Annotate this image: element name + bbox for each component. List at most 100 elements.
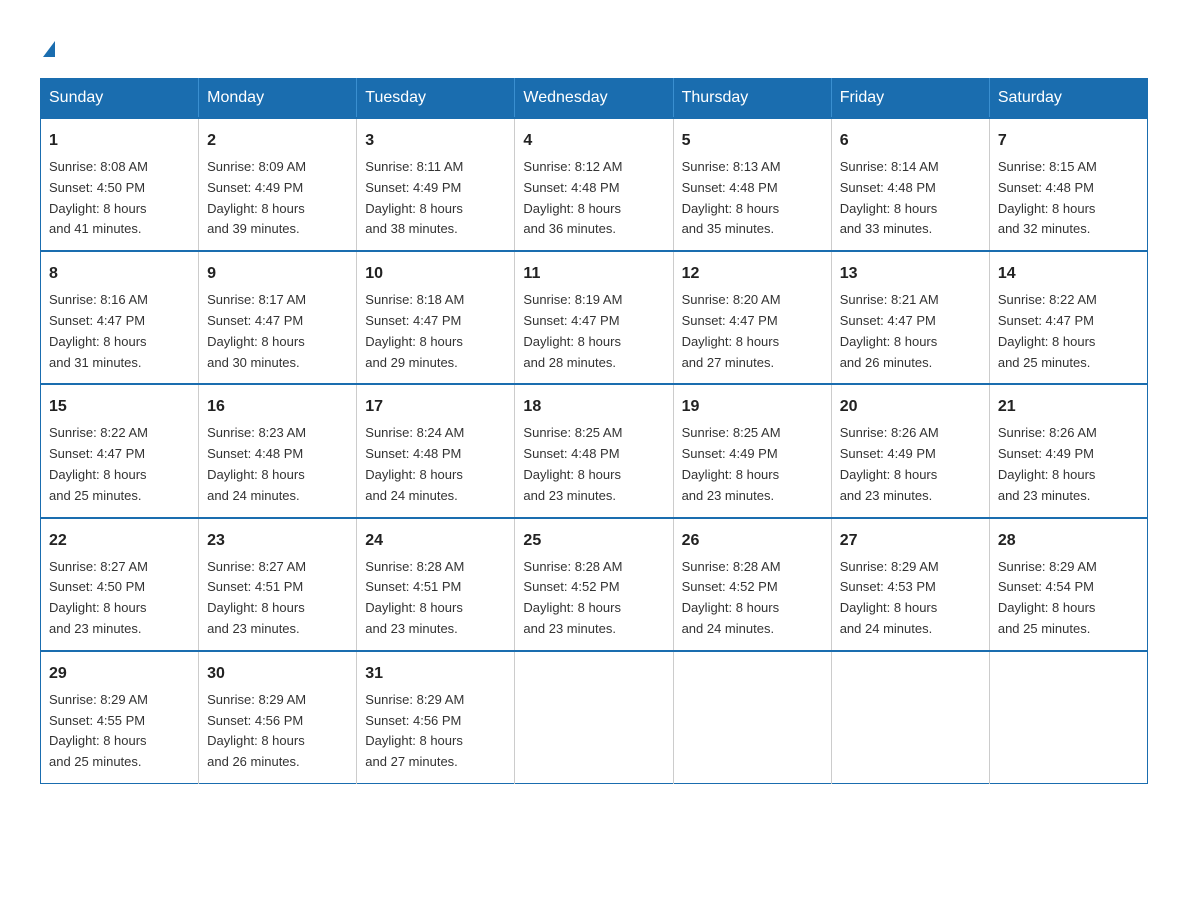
day-number: 24 — [365, 529, 506, 553]
logo-general-line — [40, 30, 55, 58]
day-number: 3 — [365, 129, 506, 153]
calendar-week-row: 22 Sunrise: 8:27 AMSunset: 4:50 PMDayligh… — [41, 518, 1148, 651]
day-number: 15 — [49, 395, 190, 419]
calendar-cell: 5 Sunrise: 8:13 AMSunset: 4:48 PMDaylight… — [673, 118, 831, 251]
header-thursday: Thursday — [673, 79, 831, 119]
calendar-cell: 25 Sunrise: 8:28 AMSunset: 4:52 PMDayligh… — [515, 518, 673, 651]
day-info: Sunrise: 8:22 AMSunset: 4:47 PMDaylight:… — [49, 425, 148, 502]
day-info: Sunrise: 8:24 AMSunset: 4:48 PMDaylight:… — [365, 425, 464, 502]
day-number: 21 — [998, 395, 1139, 419]
calendar-cell: 1 Sunrise: 8:08 AMSunset: 4:50 PMDaylight… — [41, 118, 199, 251]
calendar-cell: 21 Sunrise: 8:26 AMSunset: 4:49 PMDayligh… — [989, 384, 1147, 517]
day-number: 7 — [998, 129, 1139, 153]
calendar-week-row: 15 Sunrise: 8:22 AMSunset: 4:47 PMDayligh… — [41, 384, 1148, 517]
logo-triangle-icon — [43, 41, 55, 57]
calendar-cell: 7 Sunrise: 8:15 AMSunset: 4:48 PMDaylight… — [989, 118, 1147, 251]
calendar-cell: 8 Sunrise: 8:16 AMSunset: 4:47 PMDaylight… — [41, 251, 199, 384]
day-number: 2 — [207, 129, 348, 153]
day-info: Sunrise: 8:15 AMSunset: 4:48 PMDaylight:… — [998, 159, 1097, 236]
day-info: Sunrise: 8:19 AMSunset: 4:47 PMDaylight:… — [523, 292, 622, 369]
day-number: 22 — [49, 529, 190, 553]
header-sunday: Sunday — [41, 79, 199, 119]
day-number: 23 — [207, 529, 348, 553]
calendar-cell: 27 Sunrise: 8:29 AMSunset: 4:53 PMDayligh… — [831, 518, 989, 651]
calendar-cell: 11 Sunrise: 8:19 AMSunset: 4:47 PMDayligh… — [515, 251, 673, 384]
day-info: Sunrise: 8:11 AMSunset: 4:49 PMDaylight:… — [365, 159, 463, 236]
day-info: Sunrise: 8:18 AMSunset: 4:47 PMDaylight:… — [365, 292, 464, 369]
day-info: Sunrise: 8:28 AMSunset: 4:51 PMDaylight:… — [365, 559, 464, 636]
day-info: Sunrise: 8:17 AMSunset: 4:47 PMDaylight:… — [207, 292, 306, 369]
calendar-week-row: 1 Sunrise: 8:08 AMSunset: 4:50 PMDaylight… — [41, 118, 1148, 251]
day-info: Sunrise: 8:09 AMSunset: 4:49 PMDaylight:… — [207, 159, 306, 236]
day-number: 8 — [49, 262, 190, 286]
day-number: 11 — [523, 262, 664, 286]
day-number: 1 — [49, 129, 190, 153]
calendar-cell: 9 Sunrise: 8:17 AMSunset: 4:47 PMDaylight… — [199, 251, 357, 384]
calendar-cell — [673, 651, 831, 784]
header-monday: Monday — [199, 79, 357, 119]
calendar-cell: 26 Sunrise: 8:28 AMSunset: 4:52 PMDayligh… — [673, 518, 831, 651]
calendar-cell: 17 Sunrise: 8:24 AMSunset: 4:48 PMDayligh… — [357, 384, 515, 517]
day-info: Sunrise: 8:26 AMSunset: 4:49 PMDaylight:… — [998, 425, 1097, 502]
calendar-cell: 6Sunrise: 8:14 AMSunset: 4:48 PMDaylight… — [831, 118, 989, 251]
day-info: Sunrise: 8:21 AMSunset: 4:47 PMDaylight:… — [840, 292, 939, 369]
day-info: Sunrise: 8:25 AMSunset: 4:48 PMDaylight:… — [523, 425, 622, 502]
page-header — [40, 30, 1148, 58]
day-number: 6 — [840, 129, 981, 153]
day-info: Sunrise: 8:26 AMSunset: 4:49 PMDaylight:… — [840, 425, 939, 502]
calendar-cell: 23 Sunrise: 8:27 AMSunset: 4:51 PMDayligh… — [199, 518, 357, 651]
calendar-cell: 22 Sunrise: 8:27 AMSunset: 4:50 PMDayligh… — [41, 518, 199, 651]
calendar-cell: 4 Sunrise: 8:12 AMSunset: 4:48 PMDaylight… — [515, 118, 673, 251]
day-number: 30 — [207, 662, 348, 686]
calendar-cell: 3 Sunrise: 8:11 AMSunset: 4:49 PMDaylight… — [357, 118, 515, 251]
day-number: 26 — [682, 529, 823, 553]
day-number: 4 — [523, 129, 664, 153]
day-number: 16 — [207, 395, 348, 419]
calendar-cell — [831, 651, 989, 784]
day-info: Sunrise: 8:29 AMSunset: 4:54 PMDaylight:… — [998, 559, 1097, 636]
day-info: Sunrise: 8:08 AMSunset: 4:50 PMDaylight:… — [49, 159, 148, 236]
calendar-header-row: SundayMondayTuesdayWednesdayThursdayFrid… — [41, 79, 1148, 119]
calendar-cell: 13 Sunrise: 8:21 AMSunset: 4:47 PMDayligh… — [831, 251, 989, 384]
calendar-cell: 31Sunrise: 8:29 AMSunset: 4:56 PMDayligh… — [357, 651, 515, 784]
day-number: 27 — [840, 529, 981, 553]
calendar-cell: 15 Sunrise: 8:22 AMSunset: 4:47 PMDayligh… — [41, 384, 199, 517]
calendar-cell: 2 Sunrise: 8:09 AMSunset: 4:49 PMDaylight… — [199, 118, 357, 251]
day-info: Sunrise: 8:29 AMSunset: 4:56 PMDaylight:… — [207, 692, 306, 769]
day-info: Sunrise: 8:29 AMSunset: 4:53 PMDaylight:… — [840, 559, 939, 636]
day-info: Sunrise: 8:29 AMSunset: 4:56 PMDaylight:… — [365, 692, 464, 769]
day-info: Sunrise: 8:29 AMSunset: 4:55 PMDaylight:… — [49, 692, 148, 769]
day-info: Sunrise: 8:28 AMSunset: 4:52 PMDaylight:… — [523, 559, 622, 636]
day-number: 28 — [998, 529, 1139, 553]
day-number: 17 — [365, 395, 506, 419]
day-info: Sunrise: 8:27 AMSunset: 4:50 PMDaylight:… — [49, 559, 148, 636]
day-info: Sunrise: 8:12 AMSunset: 4:48 PMDaylight:… — [523, 159, 622, 236]
day-number: 29 — [49, 662, 190, 686]
calendar-cell: 24 Sunrise: 8:28 AMSunset: 4:51 PMDayligh… — [357, 518, 515, 651]
day-info: Sunrise: 8:25 AMSunset: 4:49 PMDaylight:… — [682, 425, 781, 502]
header-tuesday: Tuesday — [357, 79, 515, 119]
calendar-cell: 29 Sunrise: 8:29 AMSunset: 4:55 PMDayligh… — [41, 651, 199, 784]
day-number: 25 — [523, 529, 664, 553]
day-number: 9 — [207, 262, 348, 286]
calendar-cell: 19Sunrise: 8:25 AMSunset: 4:49 PMDayligh… — [673, 384, 831, 517]
day-info: Sunrise: 8:22 AMSunset: 4:47 PMDaylight:… — [998, 292, 1097, 369]
day-number: 12 — [682, 262, 823, 286]
calendar-week-row: 29 Sunrise: 8:29 AMSunset: 4:55 PMDayligh… — [41, 651, 1148, 784]
day-number: 13 — [840, 262, 981, 286]
day-number: 5 — [682, 129, 823, 153]
calendar-cell: 12Sunrise: 8:20 AMSunset: 4:47 PMDayligh… — [673, 251, 831, 384]
day-number: 10 — [365, 262, 506, 286]
day-info: Sunrise: 8:27 AMSunset: 4:51 PMDaylight:… — [207, 559, 306, 636]
calendar-cell: 28 Sunrise: 8:29 AMSunset: 4:54 PMDayligh… — [989, 518, 1147, 651]
header-friday: Friday — [831, 79, 989, 119]
calendar-cell: 30 Sunrise: 8:29 AMSunset: 4:56 PMDayligh… — [199, 651, 357, 784]
calendar-table: SundayMondayTuesdayWednesdayThursdayFrid… — [40, 78, 1148, 784]
header-wednesday: Wednesday — [515, 79, 673, 119]
header-saturday: Saturday — [989, 79, 1147, 119]
day-info: Sunrise: 8:28 AMSunset: 4:52 PMDaylight:… — [682, 559, 781, 636]
day-info: Sunrise: 8:13 AMSunset: 4:48 PMDaylight:… — [682, 159, 781, 236]
day-info: Sunrise: 8:16 AMSunset: 4:47 PMDaylight:… — [49, 292, 148, 369]
day-number: 14 — [998, 262, 1139, 286]
day-number: 20 — [840, 395, 981, 419]
